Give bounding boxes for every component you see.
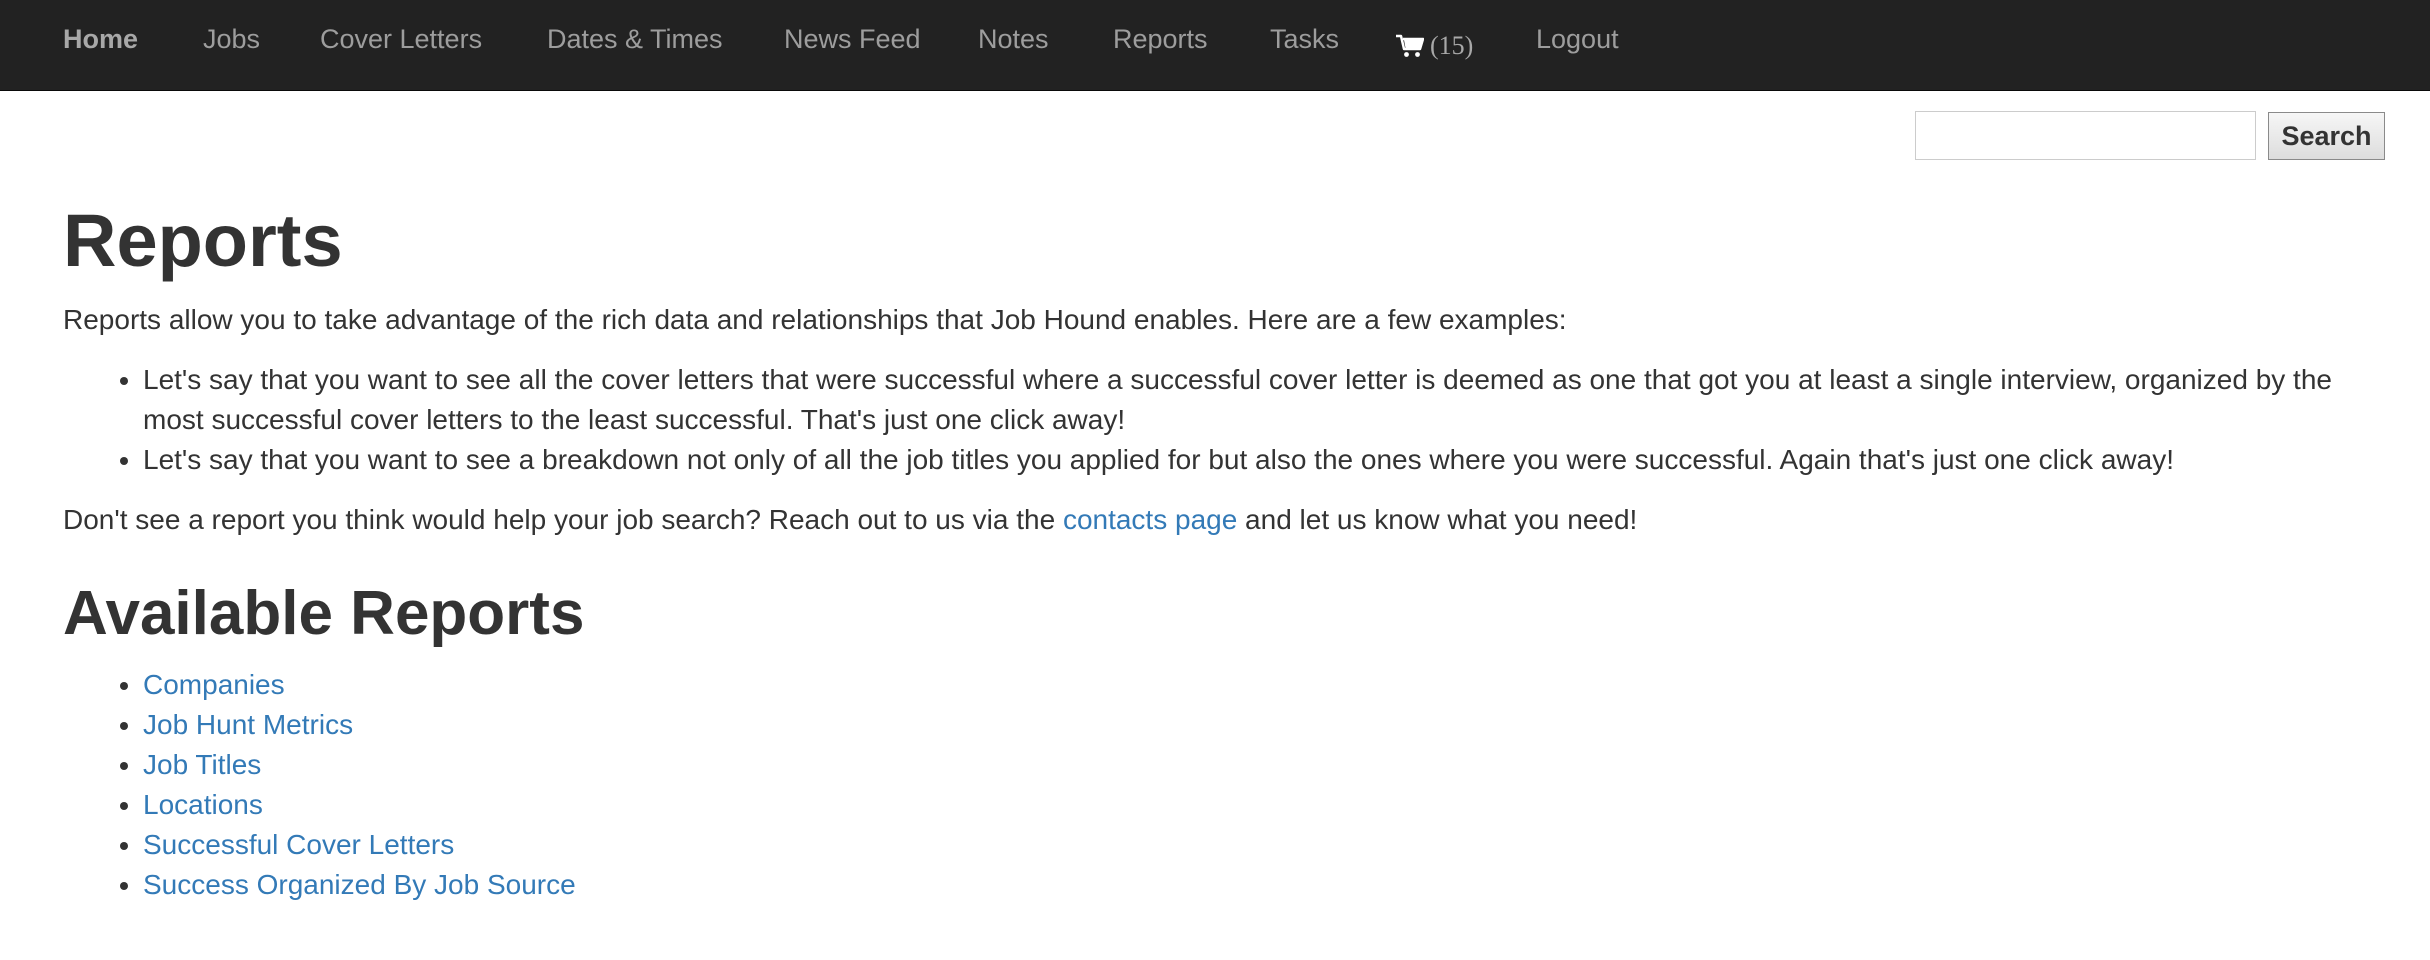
- list-item: Successful Cover Letters: [143, 825, 576, 865]
- intro-text: Reports allow you to take advantage of t…: [63, 304, 1567, 335]
- report-link-locations[interactable]: Locations: [143, 789, 263, 820]
- report-link-job-hunt-metrics[interactable]: Job Hunt Metrics: [143, 709, 353, 740]
- list-item: Locations: [143, 785, 576, 825]
- nav-tasks[interactable]: Tasks: [1270, 0, 1339, 91]
- page-title: Reports: [63, 199, 343, 282]
- search-button[interactable]: Search: [2268, 112, 2385, 160]
- nav-news-feed[interactable]: News Feed: [784, 0, 921, 91]
- list-item: Let's say that you want to see all the c…: [143, 360, 2353, 440]
- shopping-cart-icon: [1396, 34, 1424, 57]
- top-navbar: Home Jobs Cover Letters Dates & Times Ne…: [0, 0, 2430, 91]
- nav-reports[interactable]: Reports: [1113, 0, 1208, 91]
- nav-dates-times[interactable]: Dates & Times: [547, 0, 723, 91]
- nav-notes[interactable]: Notes: [978, 0, 1049, 91]
- closing-text: Don't see a report you think would help …: [63, 500, 1637, 540]
- list-item: Let's say that you want to see a breakdo…: [143, 440, 2353, 480]
- list-item: Companies: [143, 665, 576, 705]
- report-link-successful-cover-letters[interactable]: Successful Cover Letters: [143, 829, 454, 860]
- nav-jobs[interactable]: Jobs: [203, 0, 260, 91]
- report-link-job-titles[interactable]: Job Titles: [143, 749, 261, 780]
- contacts-page-link[interactable]: contacts page: [1063, 504, 1237, 535]
- report-link-companies[interactable]: Companies: [143, 669, 285, 700]
- nav-home[interactable]: Home: [63, 0, 138, 91]
- cart-count: (15): [1430, 30, 1474, 60]
- report-link-success-by-job-source[interactable]: Success Organized By Job Source: [143, 869, 576, 900]
- nav-logout[interactable]: Logout: [1536, 0, 1619, 91]
- available-reports-title: Available Reports: [63, 579, 585, 648]
- list-item: Job Hunt Metrics: [143, 705, 576, 745]
- list-item: Success Organized By Job Source: [143, 865, 576, 905]
- list-item: Job Titles: [143, 745, 576, 785]
- nav-cart[interactable]: (15): [1396, 0, 1473, 91]
- nav-cover-letters[interactable]: Cover Letters: [320, 0, 482, 91]
- reports-list: Companies Job Hunt Metrics Job Titles Lo…: [63, 665, 576, 905]
- search-input[interactable]: [1915, 111, 2256, 160]
- closing-text-end: and let us know what you need!: [1237, 504, 1638, 535]
- closing-text-start: Don't see a report you think would help …: [63, 504, 1063, 535]
- examples-list: Let's say that you want to see all the c…: [63, 360, 2353, 480]
